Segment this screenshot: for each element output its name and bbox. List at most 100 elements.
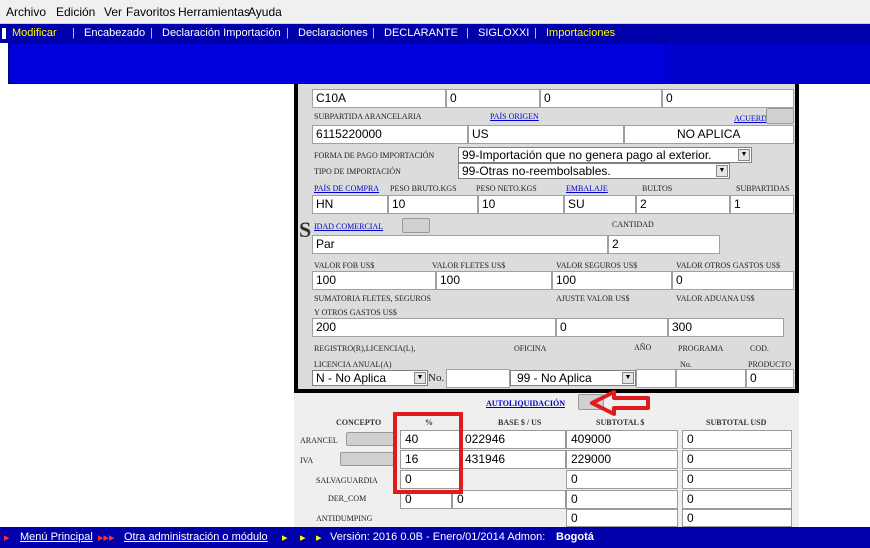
unidad-comercial-button[interactable] bbox=[402, 218, 430, 233]
ajuste-label: AJUSTE VALOR US$ bbox=[556, 294, 630, 303]
der-com-base-field[interactable]: 0 bbox=[452, 490, 566, 509]
producto-label: PRODUCTO bbox=[748, 360, 791, 369]
menu-edicion[interactable]: Edición bbox=[56, 5, 95, 19]
pais-origen-field[interactable]: US bbox=[468, 125, 624, 144]
producto-field[interactable]: 0 bbox=[746, 369, 794, 388]
footer-arrow-icon: ▸ bbox=[282, 532, 288, 544]
oficina-value: 99 - No Aplica bbox=[517, 371, 592, 385]
salvaguardia-usd-field[interactable]: 0 bbox=[682, 470, 792, 489]
valor-seguros-field[interactable]: 100 bbox=[552, 271, 672, 290]
pais-origen-link[interactable]: PAÍS ORIGEN bbox=[490, 112, 539, 121]
antidumping-subtotal-field[interactable]: 0 bbox=[566, 509, 678, 527]
registro-label-line2: LICENCIA ANUAL(A) bbox=[314, 360, 392, 369]
arancel-button[interactable] bbox=[346, 432, 396, 446]
sumatoria-label-line2: Y OTROS GASTOS US$ bbox=[314, 308, 397, 317]
subpartida-label: SUBPARTIDA ARANCELARIA bbox=[314, 112, 422, 121]
footer-arrow-icon: ▸ bbox=[4, 532, 10, 544]
menu-archivo[interactable]: Archivo bbox=[6, 5, 46, 19]
menu-herramientas[interactable]: Herramientas bbox=[178, 5, 250, 19]
peso-bruto-field[interactable]: 10 bbox=[388, 195, 478, 214]
der-com-usd-field[interactable]: 0 bbox=[682, 490, 792, 509]
nav-encabezado[interactable]: Encabezado bbox=[84, 27, 145, 39]
nav-modificar[interactable]: Modificar bbox=[12, 27, 57, 39]
oficina-label: OFICINA bbox=[514, 344, 547, 353]
pais-compra-link[interactable]: PAÍS DE COMPRA bbox=[314, 184, 379, 193]
sumatoria-field[interactable]: 200 bbox=[312, 318, 556, 337]
header-banner bbox=[8, 43, 666, 84]
autoliquidacion-link[interactable]: AUTOLIQUIDACIÓN bbox=[486, 399, 565, 408]
salvaguardia-subtotal-field[interactable]: 0 bbox=[566, 470, 678, 489]
iva-subtotal-field[interactable]: 229000 bbox=[566, 450, 678, 469]
valor-seguros-label: VALOR SEGUROS US$ bbox=[556, 261, 638, 270]
valor-fob-label: VALOR FOB US$ bbox=[314, 261, 375, 270]
concepto-arancel: ARANCEL bbox=[300, 436, 338, 445]
programa-field[interactable] bbox=[676, 369, 746, 388]
oficina-select[interactable]: 99 - No Aplica ▼ bbox=[510, 370, 636, 386]
nav-separator: | bbox=[372, 27, 375, 39]
nav-separator: | bbox=[466, 27, 469, 39]
base-header: BASE $ / US bbox=[498, 418, 542, 427]
programa-no-label: No. bbox=[680, 360, 692, 369]
chevron-down-icon[interactable]: ▼ bbox=[716, 165, 728, 177]
arancel-subtotal-field[interactable]: 409000 bbox=[566, 430, 678, 449]
chevron-down-icon[interactable]: ▼ bbox=[622, 372, 634, 384]
c10a-value-1[interactable]: 0 bbox=[446, 89, 540, 108]
otra-administracion-link[interactable]: Otra administración o módulo bbox=[124, 531, 268, 543]
subpartidas-field[interactable]: 1 bbox=[730, 195, 794, 214]
subtotal-header: SUBTOTAL $ bbox=[596, 418, 645, 427]
nav-declarante[interactable]: DECLARANTE bbox=[384, 27, 458, 39]
iva-usd-field[interactable]: 0 bbox=[682, 450, 792, 469]
footer-arrow-icon: ▸ bbox=[300, 532, 306, 544]
acuerdo-field[interactable]: NO APLICA bbox=[624, 125, 794, 144]
der-com-subtotal-field[interactable]: 0 bbox=[566, 490, 678, 509]
c10a-value-3[interactable]: 0 bbox=[662, 89, 794, 108]
concepto-antidumping: ANTIDUMPING bbox=[316, 514, 373, 523]
peso-neto-label: PESO NETO.KGS bbox=[476, 184, 537, 193]
cantidad-field[interactable]: 2 bbox=[608, 235, 720, 254]
valor-fletes-label: VALOR FLETES US$ bbox=[432, 261, 506, 270]
chevron-down-icon[interactable]: ▼ bbox=[414, 372, 426, 384]
nav-separator: | bbox=[534, 27, 537, 39]
c10a-value-2[interactable]: 0 bbox=[540, 89, 662, 108]
arancel-usd-field[interactable]: 0 bbox=[682, 430, 792, 449]
iva-button[interactable] bbox=[340, 452, 396, 466]
nav-importaciones[interactable]: Importaciones bbox=[546, 27, 615, 39]
concepto-salvaguardia: SALVAGUARDIA bbox=[316, 476, 378, 485]
ajuste-field[interactable]: 0 bbox=[556, 318, 668, 337]
peso-bruto-label: PESO BRUTO.KGS bbox=[390, 184, 457, 193]
menu-ayuda[interactable]: Ayuda bbox=[248, 5, 282, 19]
embalaje-link[interactable]: EMBALAJE bbox=[566, 184, 608, 193]
peso-neto-field[interactable]: 10 bbox=[478, 195, 564, 214]
registro-select[interactable]: N - No Aplica ▼ bbox=[312, 370, 428, 386]
valor-fletes-field[interactable]: 100 bbox=[436, 271, 552, 290]
registro-numero-field[interactable] bbox=[446, 369, 510, 388]
menu-favoritos[interactable]: Favoritos bbox=[126, 5, 175, 19]
module-nav-bar: Modificar | Encabezado | Declaración Imp… bbox=[0, 24, 870, 43]
embalaje-field[interactable]: SU bbox=[564, 195, 636, 214]
nav-declaracion-importacion[interactable]: Declaración Importación bbox=[162, 27, 281, 39]
menu-ver[interactable]: Ver bbox=[104, 5, 122, 19]
anio-field[interactable] bbox=[636, 369, 676, 388]
valor-fob-field[interactable]: 100 bbox=[312, 271, 436, 290]
arancel-base-field[interactable]: 022946 bbox=[460, 430, 566, 449]
nav-separator: | bbox=[286, 27, 289, 39]
antidumping-usd-field[interactable]: 0 bbox=[682, 509, 792, 527]
forma-pago-select[interactable]: 99-Importación que no genera pago al ext… bbox=[458, 147, 752, 163]
tipo-importacion-select[interactable]: 99-Otras no-reembolsables. ▼ bbox=[458, 163, 730, 179]
menu-principal-link[interactable]: Menú Principal bbox=[20, 531, 93, 543]
nav-sigloxxi[interactable]: SIGLOXXI bbox=[478, 27, 529, 39]
unidad-comercial-link[interactable]: IDAD COMERCIAL bbox=[314, 222, 383, 231]
iva-base-field[interactable]: 431946 bbox=[460, 450, 566, 469]
valor-otros-field[interactable]: 0 bbox=[672, 271, 794, 290]
status-footer: ▸ Menú Principal ▸▸▸ Otra administración… bbox=[0, 527, 870, 548]
acuerdo-button[interactable] bbox=[766, 108, 794, 124]
chevron-down-icon[interactable]: ▼ bbox=[738, 149, 750, 161]
c10a-code-field[interactable]: C10A bbox=[312, 89, 446, 108]
valor-aduana-field[interactable]: 300 bbox=[668, 318, 784, 337]
no-label: No. bbox=[428, 372, 445, 384]
unidad-comercial-field[interactable]: Par bbox=[312, 235, 608, 254]
pais-compra-field[interactable]: HN bbox=[312, 195, 388, 214]
subpartida-field[interactable]: 6115220000 bbox=[312, 125, 468, 144]
nav-declaraciones[interactable]: Declaraciones bbox=[298, 27, 368, 39]
bultos-field[interactable]: 2 bbox=[636, 195, 730, 214]
